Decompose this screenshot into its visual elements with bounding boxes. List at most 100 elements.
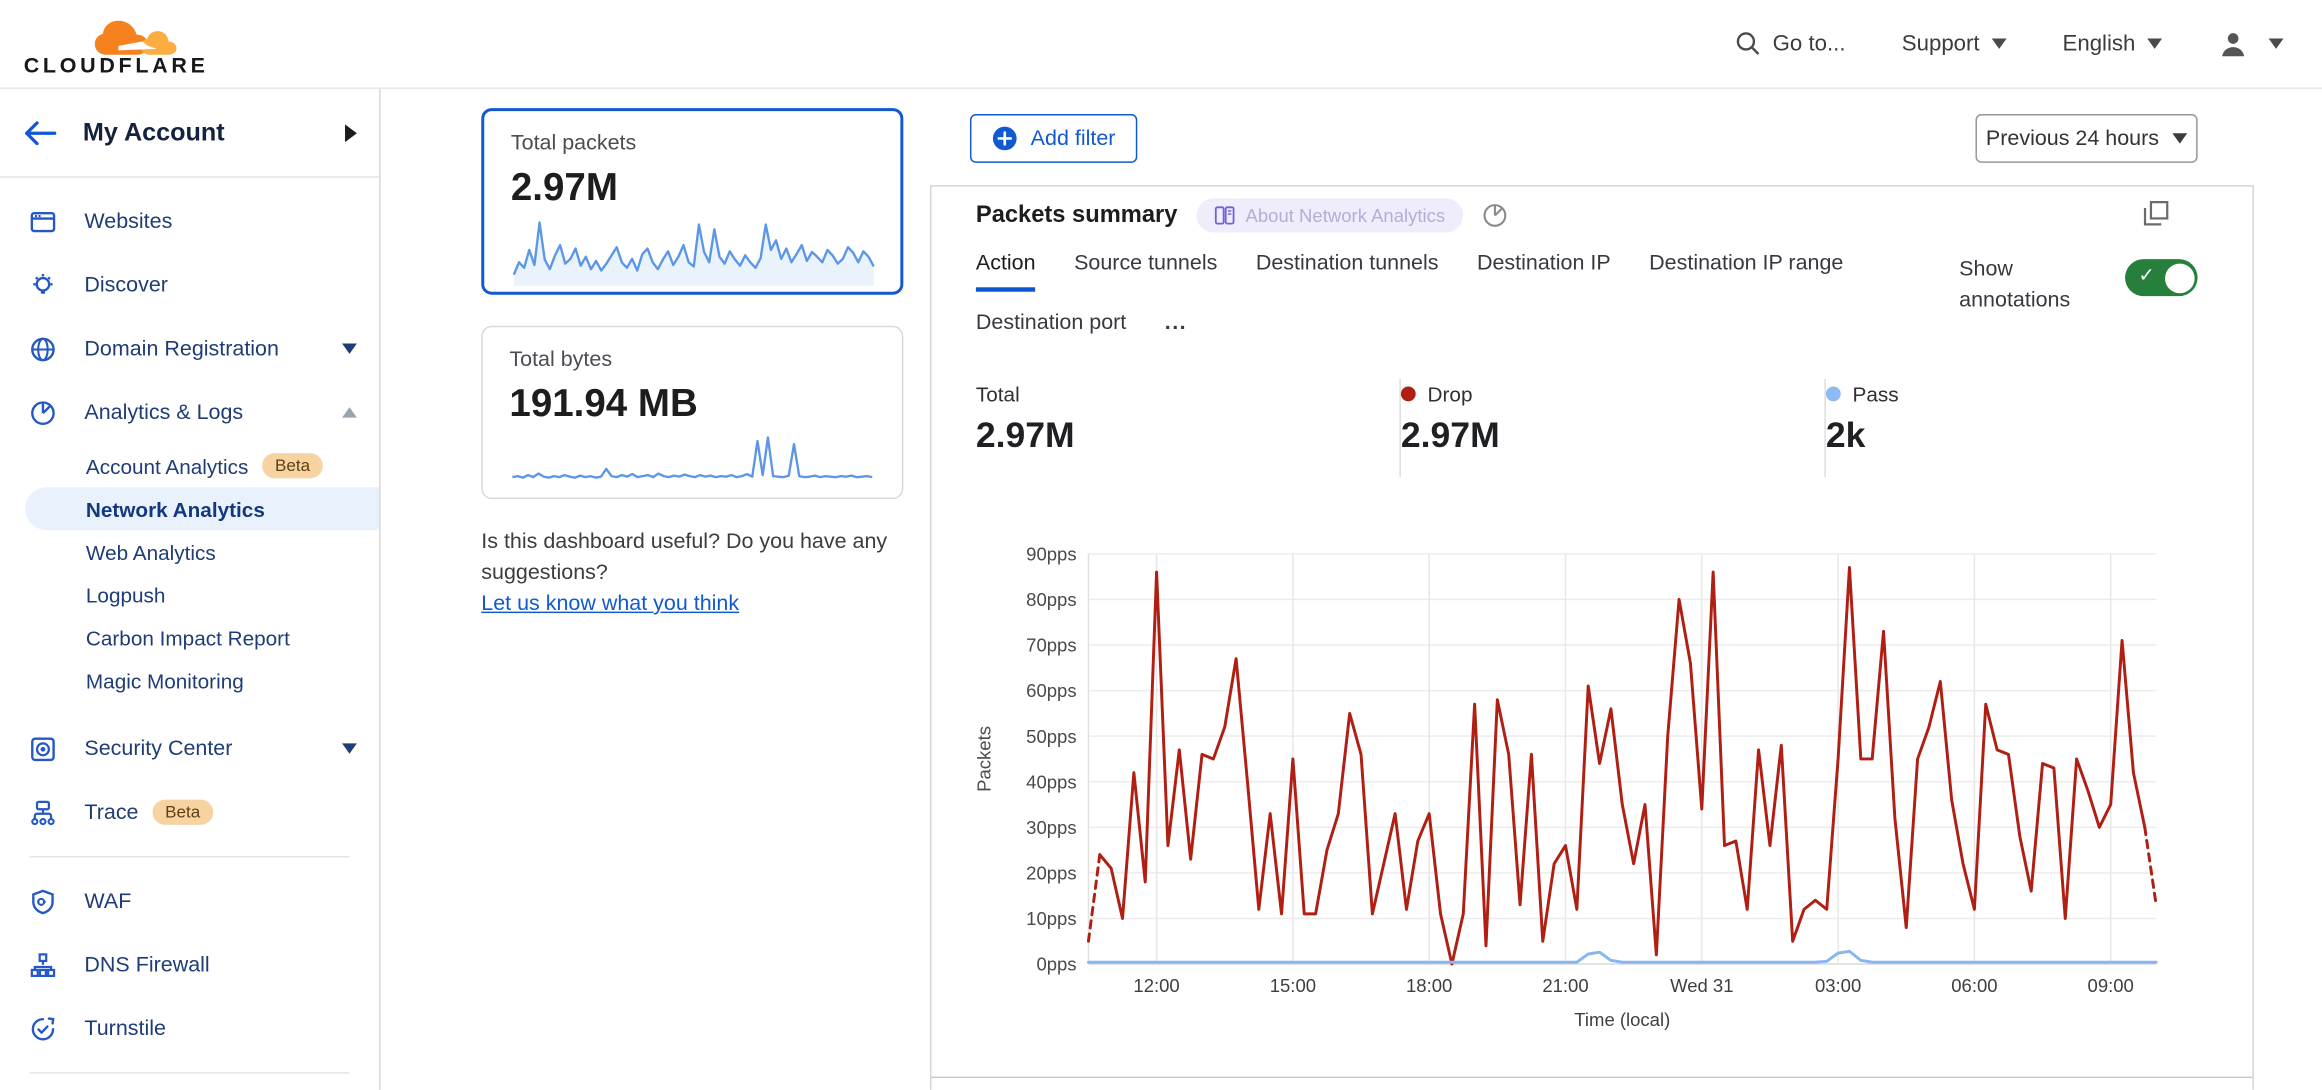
account-header[interactable]: My Account bbox=[0, 89, 379, 178]
time-range-label: Previous 24 hours bbox=[1986, 127, 2159, 151]
sidebar-item-magic-monitoring[interactable]: Magic Monitoring bbox=[0, 659, 379, 702]
top-bar-right: Go to... Support English bbox=[1736, 29, 2322, 59]
sidebar-item-waf[interactable]: WAF bbox=[0, 869, 379, 933]
chevron-down-icon bbox=[2269, 39, 2284, 49]
stat-drop[interactable]: Drop 2.97M bbox=[1401, 379, 1825, 477]
time-range-button[interactable]: Previous 24 hours bbox=[1975, 114, 2197, 163]
bytes-sparkline-chart bbox=[509, 426, 875, 485]
tab-action[interactable]: Action bbox=[976, 252, 1036, 292]
feedback-text: suggestions? bbox=[481, 561, 608, 585]
language-label: English bbox=[2063, 31, 2136, 56]
packets-line-chart: 0pps10pps20pps30pps40pps50pps60pps70pps8… bbox=[931, 539, 2255, 1042]
arrow-left-icon bbox=[24, 121, 57, 145]
sidebar: My Account WebsitesDiscoverDomain Regist… bbox=[0, 89, 381, 1090]
cloudflare-cloud-icon bbox=[86, 13, 178, 60]
feedback-link[interactable]: Let us know what you think bbox=[481, 592, 739, 616]
sidebar-item-analytics-logs[interactable]: Analytics & Logs bbox=[0, 381, 379, 445]
svg-text:Packets: Packets bbox=[974, 726, 995, 792]
sidebar-item-label: Logpush bbox=[86, 583, 166, 607]
sidebar-item-partial[interactable] bbox=[0, 1085, 379, 1089]
plus-circle-icon bbox=[992, 126, 1017, 151]
sidebar-item-web-analytics[interactable]: Web Analytics bbox=[0, 530, 379, 573]
cloudflare-logo[interactable]: CLOUDFLARE bbox=[0, 13, 209, 78]
stat-pass[interactable]: Pass2k bbox=[1826, 379, 2122, 477]
sidebar-divider bbox=[30, 856, 350, 857]
support-menu[interactable]: Support bbox=[1902, 31, 2006, 56]
caret-right-icon bbox=[345, 124, 357, 142]
about-network-analytics-pill[interactable]: About Network Analytics bbox=[1197, 198, 1463, 232]
total-bytes-card[interactable]: Total bytes 191.94 MB bbox=[481, 326, 903, 499]
sidebar-item-domain-registration[interactable]: Domain Registration bbox=[0, 317, 379, 381]
panel-header: Packets summary About Network Analytics bbox=[976, 198, 1507, 232]
panel-divider bbox=[931, 1077, 2252, 1078]
show-annotations-toggle[interactable]: ✓ bbox=[2125, 259, 2198, 296]
sidebar-item-trace[interactable]: TraceBeta bbox=[0, 780, 379, 844]
language-menu[interactable]: English bbox=[2063, 31, 2163, 56]
pie-icon bbox=[30, 399, 57, 426]
total-packets-card[interactable]: Total packets 2.97M bbox=[481, 108, 903, 295]
sidebar-item-websites[interactable]: Websites bbox=[0, 190, 379, 254]
sidebar-item-label: Security Center bbox=[84, 737, 232, 761]
svg-text:80pps: 80pps bbox=[1026, 589, 1076, 610]
svg-text:0pps: 0pps bbox=[1036, 954, 1076, 975]
chevron-down-icon bbox=[342, 344, 357, 354]
sidebar-item-turnstile[interactable]: Turnstile bbox=[0, 997, 379, 1061]
sidebar-item-label: Web Analytics bbox=[86, 540, 216, 564]
page: CLOUDFLARE Go to... Support English bbox=[0, 0, 2322, 1090]
dns-tree-icon bbox=[30, 951, 57, 978]
svg-text:90pps: 90pps bbox=[1026, 544, 1076, 565]
packets-chart-area: 0pps10pps20pps30pps40pps50pps60pps70pps8… bbox=[931, 539, 2255, 1042]
expand-restore-icon[interactable] bbox=[2143, 200, 2170, 227]
show-annotations-label: Show annotations bbox=[1959, 255, 2100, 317]
goto-search[interactable]: Go to... bbox=[1736, 31, 1846, 56]
feedback-text: Is this dashboard useful? Do you have an… bbox=[481, 530, 887, 554]
sidebar-divider bbox=[30, 1072, 350, 1073]
about-label: About Network Analytics bbox=[1246, 205, 1446, 226]
brand-wordmark: CLOUDFLARE bbox=[24, 54, 209, 78]
sidebar-item-label: Turnstile bbox=[84, 1017, 166, 1041]
card-value: 2.97M bbox=[511, 164, 874, 210]
svg-text:Wed 31: Wed 31 bbox=[1670, 975, 1733, 996]
search-icon bbox=[1736, 31, 1761, 56]
pie-history-icon[interactable] bbox=[1482, 203, 1507, 228]
chevron-down-icon bbox=[2147, 39, 2162, 49]
sidebar-item-label: Network Analytics bbox=[86, 497, 265, 521]
book-icon bbox=[1214, 206, 1235, 225]
tab-source-tunnels[interactable]: Source tunnels bbox=[1074, 252, 1217, 292]
sidebar-item-carbon-impact-report[interactable]: Carbon Impact Report bbox=[0, 616, 379, 659]
tab-destination-port[interactable]: Destination port bbox=[976, 311, 1126, 347]
sidebar-item-security-center[interactable]: Security Center bbox=[0, 717, 379, 781]
beta-badge: Beta bbox=[262, 453, 324, 478]
shield-icon bbox=[30, 888, 57, 915]
packets-sparkline-chart bbox=[511, 210, 877, 287]
stat-value: 2.97M bbox=[976, 416, 1400, 457]
svg-text:60pps: 60pps bbox=[1026, 680, 1076, 701]
tabs-more-button[interactable]: ... bbox=[1165, 311, 1187, 347]
sidebar-item-dns-firewall[interactable]: DNS Firewall bbox=[0, 933, 379, 997]
svg-text:30pps: 30pps bbox=[1026, 817, 1076, 838]
feedback-block: Is this dashboard useful? Do you have an… bbox=[481, 527, 913, 620]
check-icon: ✓ bbox=[2138, 264, 2154, 288]
sidebar-item-discover[interactable]: Discover bbox=[0, 253, 379, 317]
chevron-down-icon bbox=[342, 743, 357, 753]
stat-label: Drop bbox=[1428, 382, 1473, 406]
stat-label: Pass bbox=[1853, 382, 1899, 406]
tab-destination-ip[interactable]: Destination IP bbox=[1477, 252, 1611, 292]
sidebar-item-label: Magic Monitoring bbox=[86, 669, 244, 693]
card-title: Total packets bbox=[511, 132, 874, 156]
svg-text:09:00: 09:00 bbox=[2088, 975, 2134, 996]
tab-destination-ip-range[interactable]: Destination IP range bbox=[1649, 252, 1843, 292]
account-menu[interactable] bbox=[2218, 29, 2283, 59]
sidebar-item-account-analytics[interactable]: Account AnalyticsBeta bbox=[0, 444, 379, 487]
sidebar-item-label: WAF bbox=[84, 889, 131, 913]
stat-value: 2.97M bbox=[1401, 416, 1825, 457]
chevron-down-icon bbox=[2172, 133, 2187, 143]
card-title: Total bytes bbox=[509, 348, 875, 372]
beta-badge: Beta bbox=[152, 800, 214, 825]
svg-text:12:00: 12:00 bbox=[1133, 975, 1179, 996]
sidebar-item-network-analytics[interactable]: Network Analytics bbox=[25, 487, 379, 530]
tab-destination-tunnels[interactable]: Destination tunnels bbox=[1256, 252, 1439, 292]
sidebar-item-logpush[interactable]: Logpush bbox=[0, 573, 379, 616]
add-filter-button[interactable]: Add filter bbox=[970, 114, 1138, 163]
svg-text:21:00: 21:00 bbox=[1542, 975, 1588, 996]
